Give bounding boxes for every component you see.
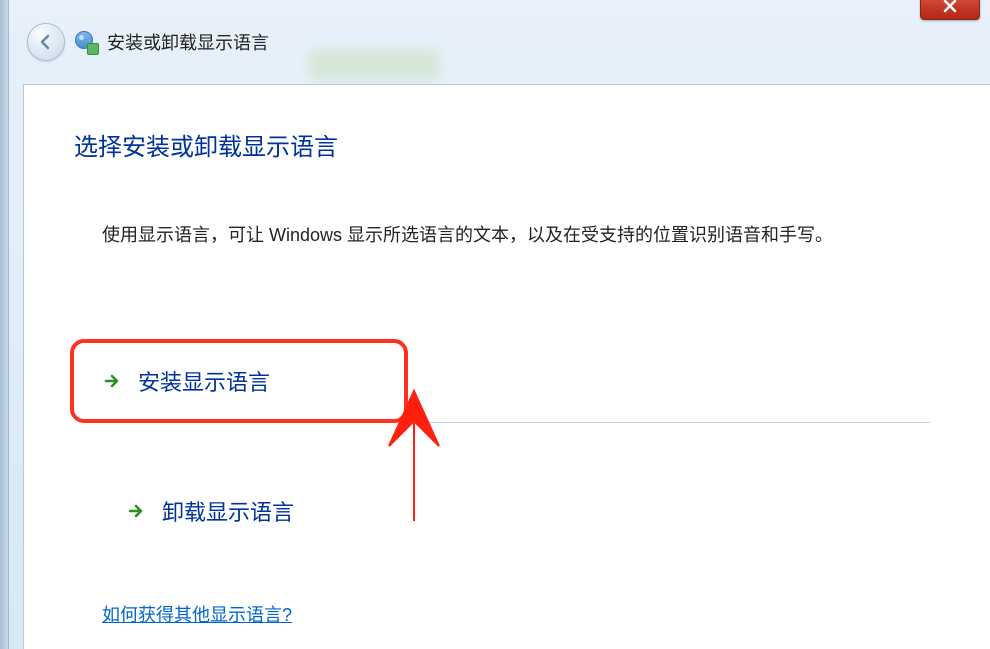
uninstall-option-label: 卸载显示语言	[162, 495, 294, 527]
install-language-option[interactable]: 安装显示语言	[70, 339, 408, 423]
description-text: 使用显示语言，可让 Windows 显示所选语言的文本，以及在受支持的位置识别语…	[102, 222, 940, 249]
back-arrow-icon	[37, 33, 55, 51]
app-icon	[75, 31, 97, 53]
back-button[interactable]	[27, 23, 65, 61]
install-badge-icon	[87, 43, 99, 55]
dialog-window: 安装或卸载显示语言 选择安装或卸载显示语言 使用显示语言，可让 Windows …	[8, 0, 990, 649]
header-bar: 安装或卸载显示语言	[9, 0, 990, 84]
window-left-edge	[0, 0, 8, 649]
page-heading: 选择安装或卸载显示语言	[74, 127, 940, 162]
option-separator	[416, 422, 930, 423]
arrow-right-icon	[102, 371, 122, 391]
uninstall-language-option[interactable]: 卸载显示语言	[98, 473, 940, 549]
arrow-right-icon	[126, 501, 146, 521]
background-blur	[309, 50, 439, 80]
window-title: 安装或卸载显示语言	[107, 29, 269, 55]
content-area: 选择安装或卸载显示语言 使用显示语言，可让 Windows 显示所选语言的文本，…	[23, 84, 990, 649]
help-link[interactable]: 如何获得其他显示语言?	[102, 601, 292, 627]
install-option-label: 安装显示语言	[138, 365, 270, 397]
